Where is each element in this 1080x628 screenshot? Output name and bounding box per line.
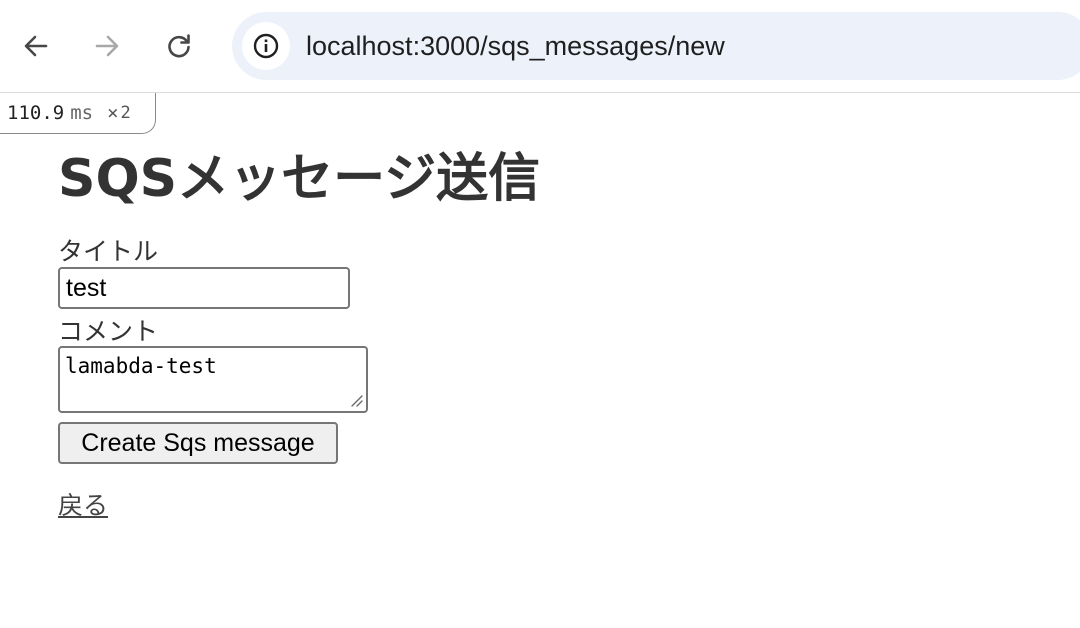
- perf-value: 110.9: [7, 102, 65, 124]
- browser-toolbar: localhost:3000/sqs_messages/new: [0, 0, 1080, 93]
- url-text[interactable]: localhost:3000/sqs_messages/new: [306, 12, 725, 80]
- resize-grip-icon[interactable]: [348, 392, 364, 408]
- comment-textarea[interactable]: lamabda-test: [58, 346, 368, 413]
- arrow-right-icon: [95, 35, 119, 57]
- reload-icon: [168, 34, 190, 58]
- forward-button[interactable]: [87, 26, 127, 66]
- back-link[interactable]: 戻る: [58, 486, 108, 522]
- site-info-button[interactable]: [242, 22, 290, 70]
- perf-times-symbol: ×: [107, 102, 119, 124]
- back-button[interactable]: [16, 26, 56, 66]
- title-label: タイトル: [58, 237, 159, 266]
- perf-count: 2: [120, 103, 131, 123]
- reload-button[interactable]: [159, 26, 199, 66]
- page-title: SQSメッセージ送信: [58, 149, 541, 209]
- comment-label: コメント: [58, 317, 159, 346]
- address-bar[interactable]: localhost:3000/sqs_messages/new: [232, 12, 1080, 80]
- performance-badge: 110.9 ms × 2: [0, 93, 156, 134]
- info-icon: [253, 33, 279, 59]
- create-sqs-message-button[interactable]: Create Sqs message: [58, 422, 338, 464]
- arrow-left-icon: [24, 35, 48, 57]
- perf-unit: ms: [70, 102, 94, 124]
- title-input[interactable]: [58, 267, 350, 309]
